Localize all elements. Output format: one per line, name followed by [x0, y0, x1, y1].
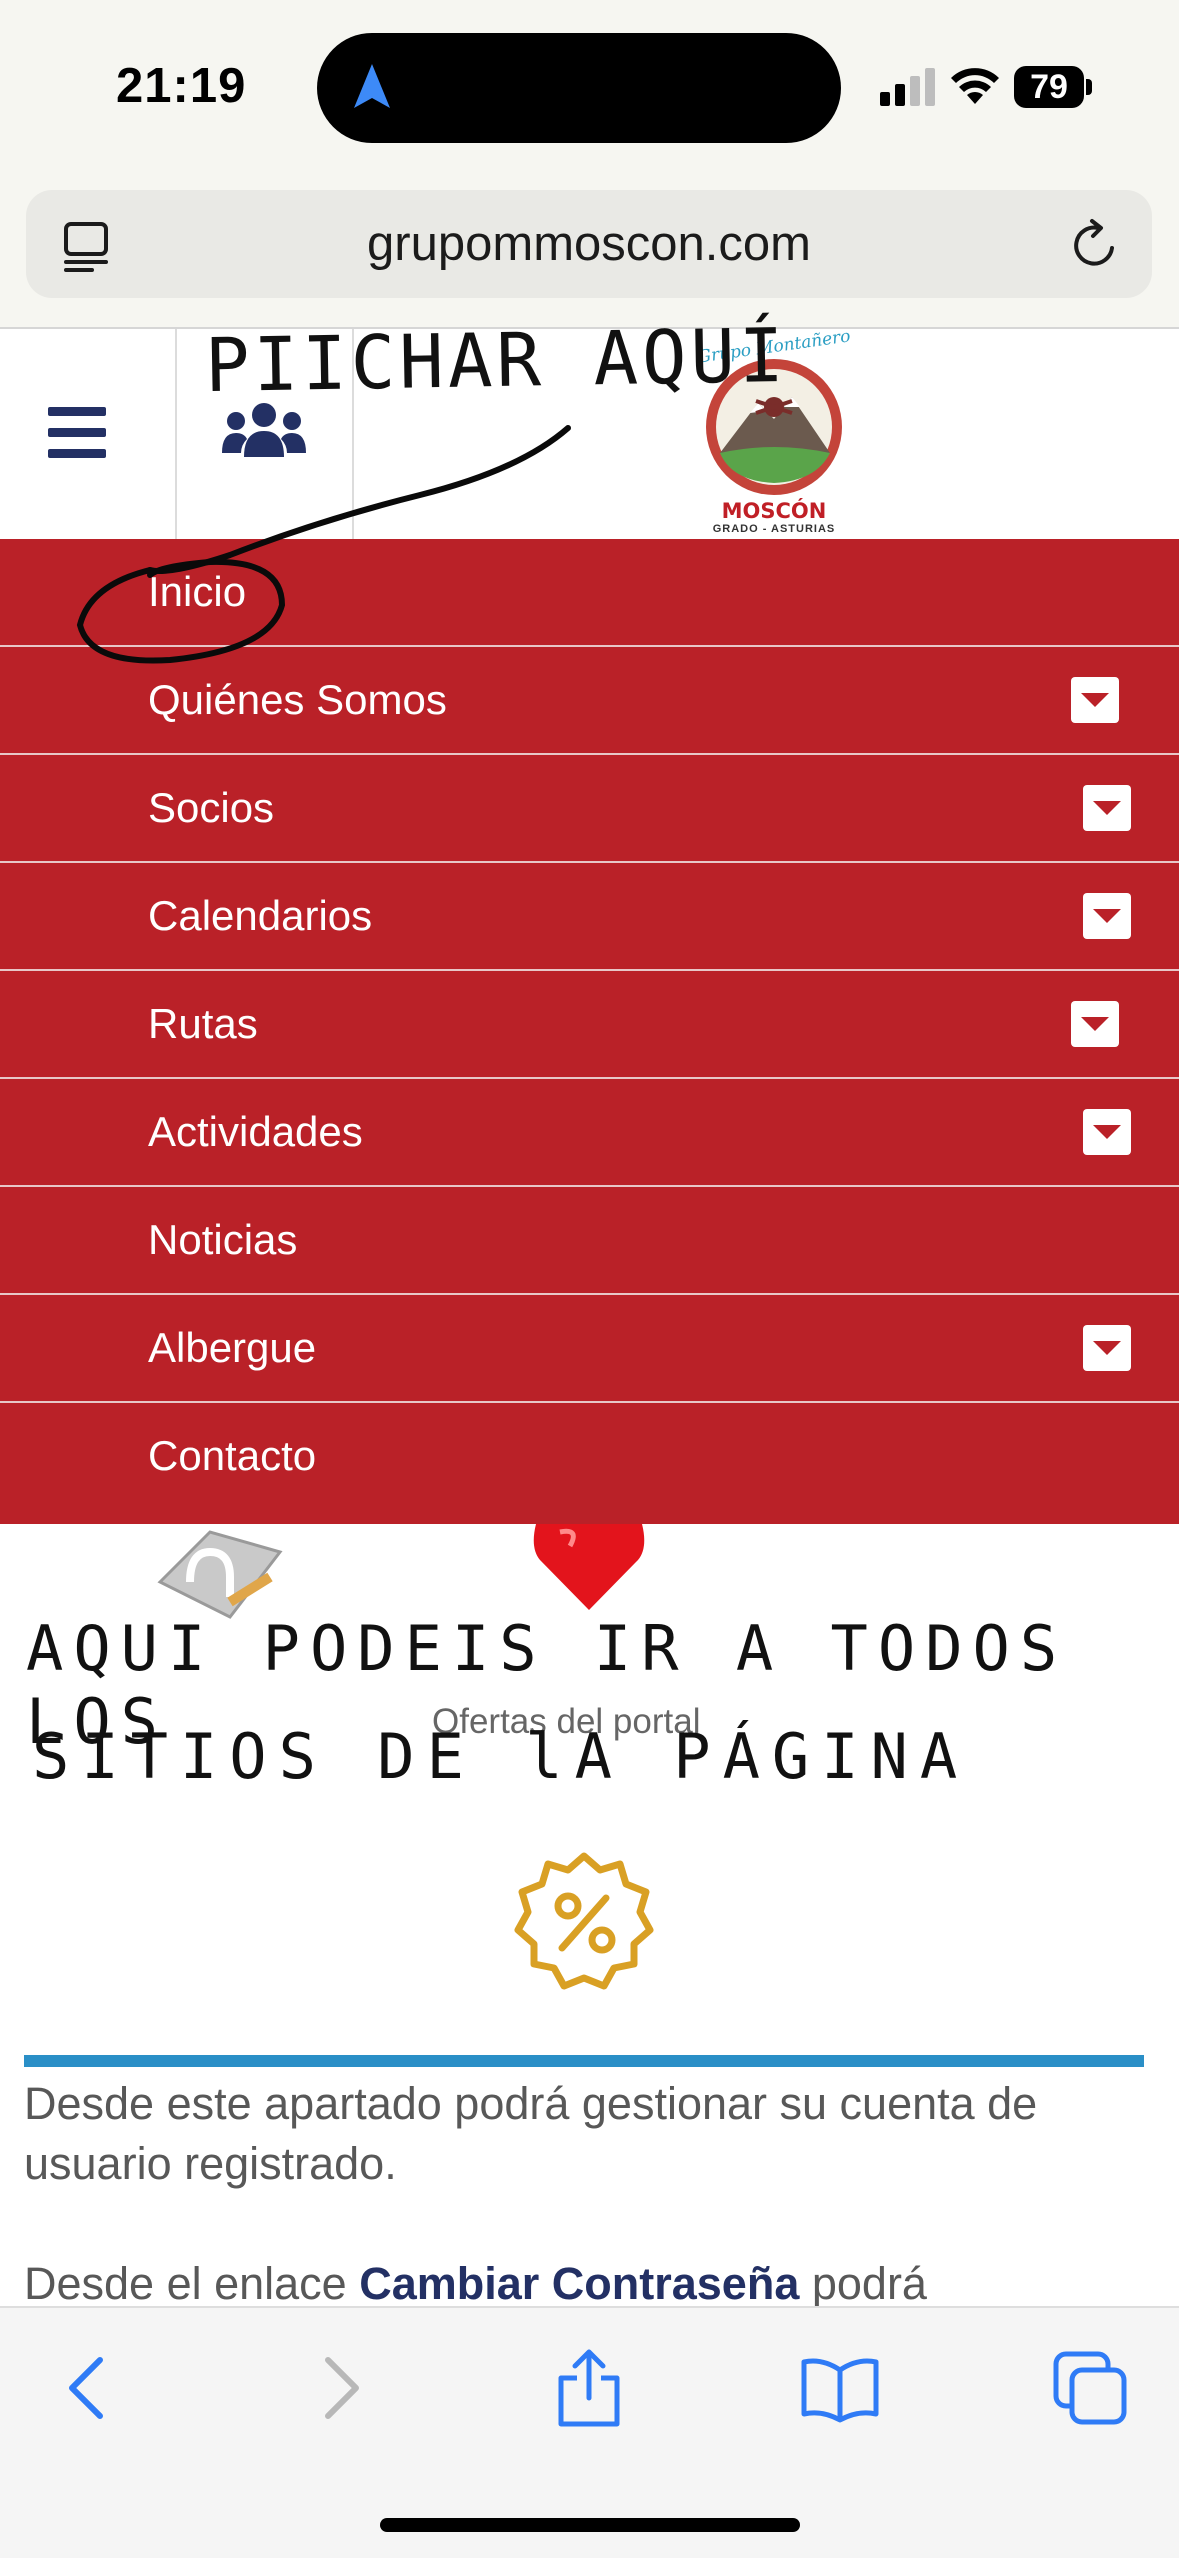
- menu-item-inicio[interactable]: Inicio: [0, 539, 1179, 647]
- forward-arrow-icon[interactable]: [300, 2348, 380, 2428]
- submenu-toggle-icon[interactable]: [1083, 1109, 1131, 1155]
- change-password-link[interactable]: Cambiar Contraseña: [359, 2258, 799, 2309]
- menu-item-label: Noticias: [148, 1216, 298, 1263]
- url-text[interactable]: grupommoscon.com: [26, 190, 1152, 298]
- battery-nub: [1086, 79, 1092, 95]
- bookmarks-icon[interactable]: [800, 2348, 880, 2428]
- menu-item-actividades[interactable]: Actividades: [0, 1079, 1179, 1187]
- menu-item-label: Actividades: [148, 1108, 363, 1155]
- menu-item-label: Socios: [148, 784, 275, 831]
- menu-item-noticias[interactable]: Noticias: [0, 1187, 1179, 1295]
- back-arrow-icon[interactable]: [48, 2348, 128, 2428]
- address-bar[interactable]: grupommoscon.com: [26, 190, 1152, 298]
- battery-indicator: 79: [1014, 66, 1094, 108]
- menu-item-label: Contacto: [148, 1432, 317, 1479]
- tabs-icon[interactable]: [1050, 2348, 1130, 2428]
- navigation-arrow-icon: [354, 64, 390, 108]
- submenu-toggle-icon[interactable]: [1083, 893, 1131, 939]
- hamburger-menu-icon[interactable]: [48, 407, 106, 459]
- password-description: Desde el enlace Cambiar Contraseña podrá: [24, 2254, 1154, 2314]
- browser-toolbar: [0, 2306, 1179, 2558]
- header-divider: [175, 329, 177, 539]
- submenu-toggle-icon[interactable]: [1083, 785, 1131, 831]
- heart-icon[interactable]: [530, 1524, 648, 1610]
- menu-item-calendarios[interactable]: Calendarios: [0, 863, 1179, 971]
- menu-item-label: Calendarios: [148, 892, 373, 939]
- cellular-signal-icon: [880, 68, 935, 106]
- submenu-toggle-icon[interactable]: [1083, 1325, 1131, 1371]
- handwritten-note-line2: SITIOS DE lA PÁGINA: [32, 1720, 970, 1793]
- reload-icon[interactable]: [1068, 218, 1122, 272]
- password-suffix: podrá: [799, 2258, 927, 2309]
- paperclip-document-icon[interactable]: [150, 1522, 290, 1624]
- menu-item-label: Albergue: [148, 1324, 317, 1371]
- menu-item-label: Rutas: [148, 1000, 258, 1047]
- submenu-toggle-icon[interactable]: [1071, 677, 1119, 723]
- home-indicator: [380, 2518, 800, 2532]
- menu-item-quienes-somos[interactable]: Quiénes Somos: [0, 647, 1179, 755]
- menu-item-socios[interactable]: Socios: [0, 755, 1179, 863]
- menu-item-rutas[interactable]: Rutas: [0, 971, 1179, 1079]
- users-icon[interactable]: [222, 401, 306, 459]
- menu-item-contacto[interactable]: Contacto: [0, 1403, 1179, 1524]
- logo-subtitle: GRADO - ASTURIAS: [712, 523, 836, 535]
- logo-name: MOSCÓN: [721, 499, 827, 523]
- handwritten-note-click-here: PIICHAR AQUÍ: [204, 312, 789, 410]
- menu-item-label: Inicio: [148, 568, 247, 615]
- menu-item-albergue[interactable]: Albergue: [0, 1295, 1179, 1403]
- submenu-toggle-icon[interactable]: [1071, 1001, 1119, 1047]
- menu-item-label: Quiénes Somos: [148, 676, 447, 723]
- password-prefix: Desde el enlace: [24, 2258, 360, 2309]
- browser-top-chrome: 21:19 79 grupommoscon.com: [0, 0, 1179, 327]
- page-menu-icon[interactable]: [62, 218, 112, 272]
- account-description: Desde este apartado podrá gestionar su c…: [24, 2078, 1038, 2189]
- dynamic-island: [317, 33, 841, 143]
- wifi-icon: [951, 68, 999, 104]
- main-menu: Inicio Quiénes Somos Socios Calendarios …: [0, 539, 1179, 1524]
- percent-badge-icon[interactable]: [512, 1850, 656, 1994]
- status-time: 21:19: [116, 59, 247, 113]
- share-icon[interactable]: [549, 2348, 629, 2428]
- section-divider: [24, 2055, 1144, 2067]
- battery-level: 79: [1014, 66, 1084, 108]
